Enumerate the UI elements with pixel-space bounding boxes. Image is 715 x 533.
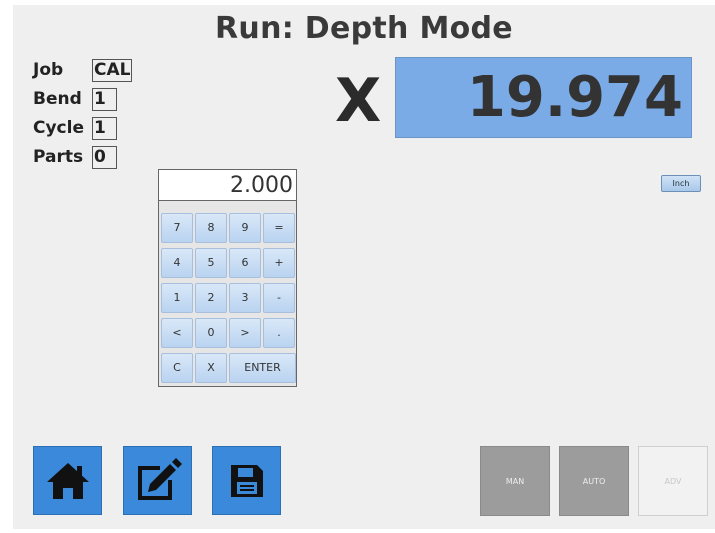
numeric-keypad: 2.000 7 8 9 = 4 5 6 + 1 2 3 - < 0 > . C … [158, 169, 297, 387]
edit-button[interactable] [123, 446, 192, 515]
key-clear[interactable]: C [161, 353, 193, 383]
key-7[interactable]: 7 [161, 213, 193, 243]
key-0[interactable]: 0 [195, 318, 227, 348]
home-icon [46, 462, 89, 499]
key-1[interactable]: 1 [161, 283, 193, 313]
auto-mode-button[interactable]: AUTO [559, 446, 629, 516]
parts-label: Parts [33, 147, 84, 167]
run-screen: Run: Depth Mode Job CAL Bend 1 Cycle 1 P… [13, 5, 715, 529]
key-8[interactable]: 8 [195, 213, 227, 243]
key-9[interactable]: 9 [229, 213, 261, 243]
key-5[interactable]: 5 [195, 248, 227, 278]
key-equals[interactable]: = [263, 213, 295, 243]
key-3[interactable]: 3 [229, 283, 261, 313]
key-2[interactable]: 2 [195, 283, 227, 313]
key-cancel[interactable]: X [195, 353, 227, 383]
key-minus[interactable]: - [263, 283, 295, 313]
parts-field[interactable]: 0 [92, 146, 117, 169]
key-left[interactable]: < [161, 318, 193, 348]
key-plus[interactable]: + [263, 248, 295, 278]
home-button[interactable] [33, 446, 102, 515]
page-title: Run: Depth Mode [215, 11, 513, 46]
cycle-label: Cycle [33, 118, 84, 138]
save-button[interactable] [212, 446, 281, 515]
job-field[interactable]: CAL [92, 59, 132, 82]
advanced-mode-button[interactable]: ADV [638, 446, 708, 516]
position-display: 19.974 [395, 57, 692, 138]
key-enter[interactable]: ENTER [229, 353, 296, 383]
key-6[interactable]: 6 [229, 248, 261, 278]
cycle-field[interactable]: 1 [92, 117, 117, 140]
edit-icon [137, 457, 182, 500]
key-4[interactable]: 4 [161, 248, 193, 278]
key-right[interactable]: > [229, 318, 261, 348]
unit-toggle-button[interactable]: Inch [661, 175, 701, 192]
save-icon [230, 464, 263, 497]
axis-letter: X [335, 66, 382, 136]
job-label: Job [33, 60, 64, 80]
bend-label: Bend [33, 89, 82, 109]
key-decimal[interactable]: . [263, 318, 295, 348]
keypad-display[interactable]: 2.000 [159, 170, 296, 201]
bend-field[interactable]: 1 [92, 88, 117, 111]
manual-mode-button[interactable]: MAN [480, 446, 550, 516]
